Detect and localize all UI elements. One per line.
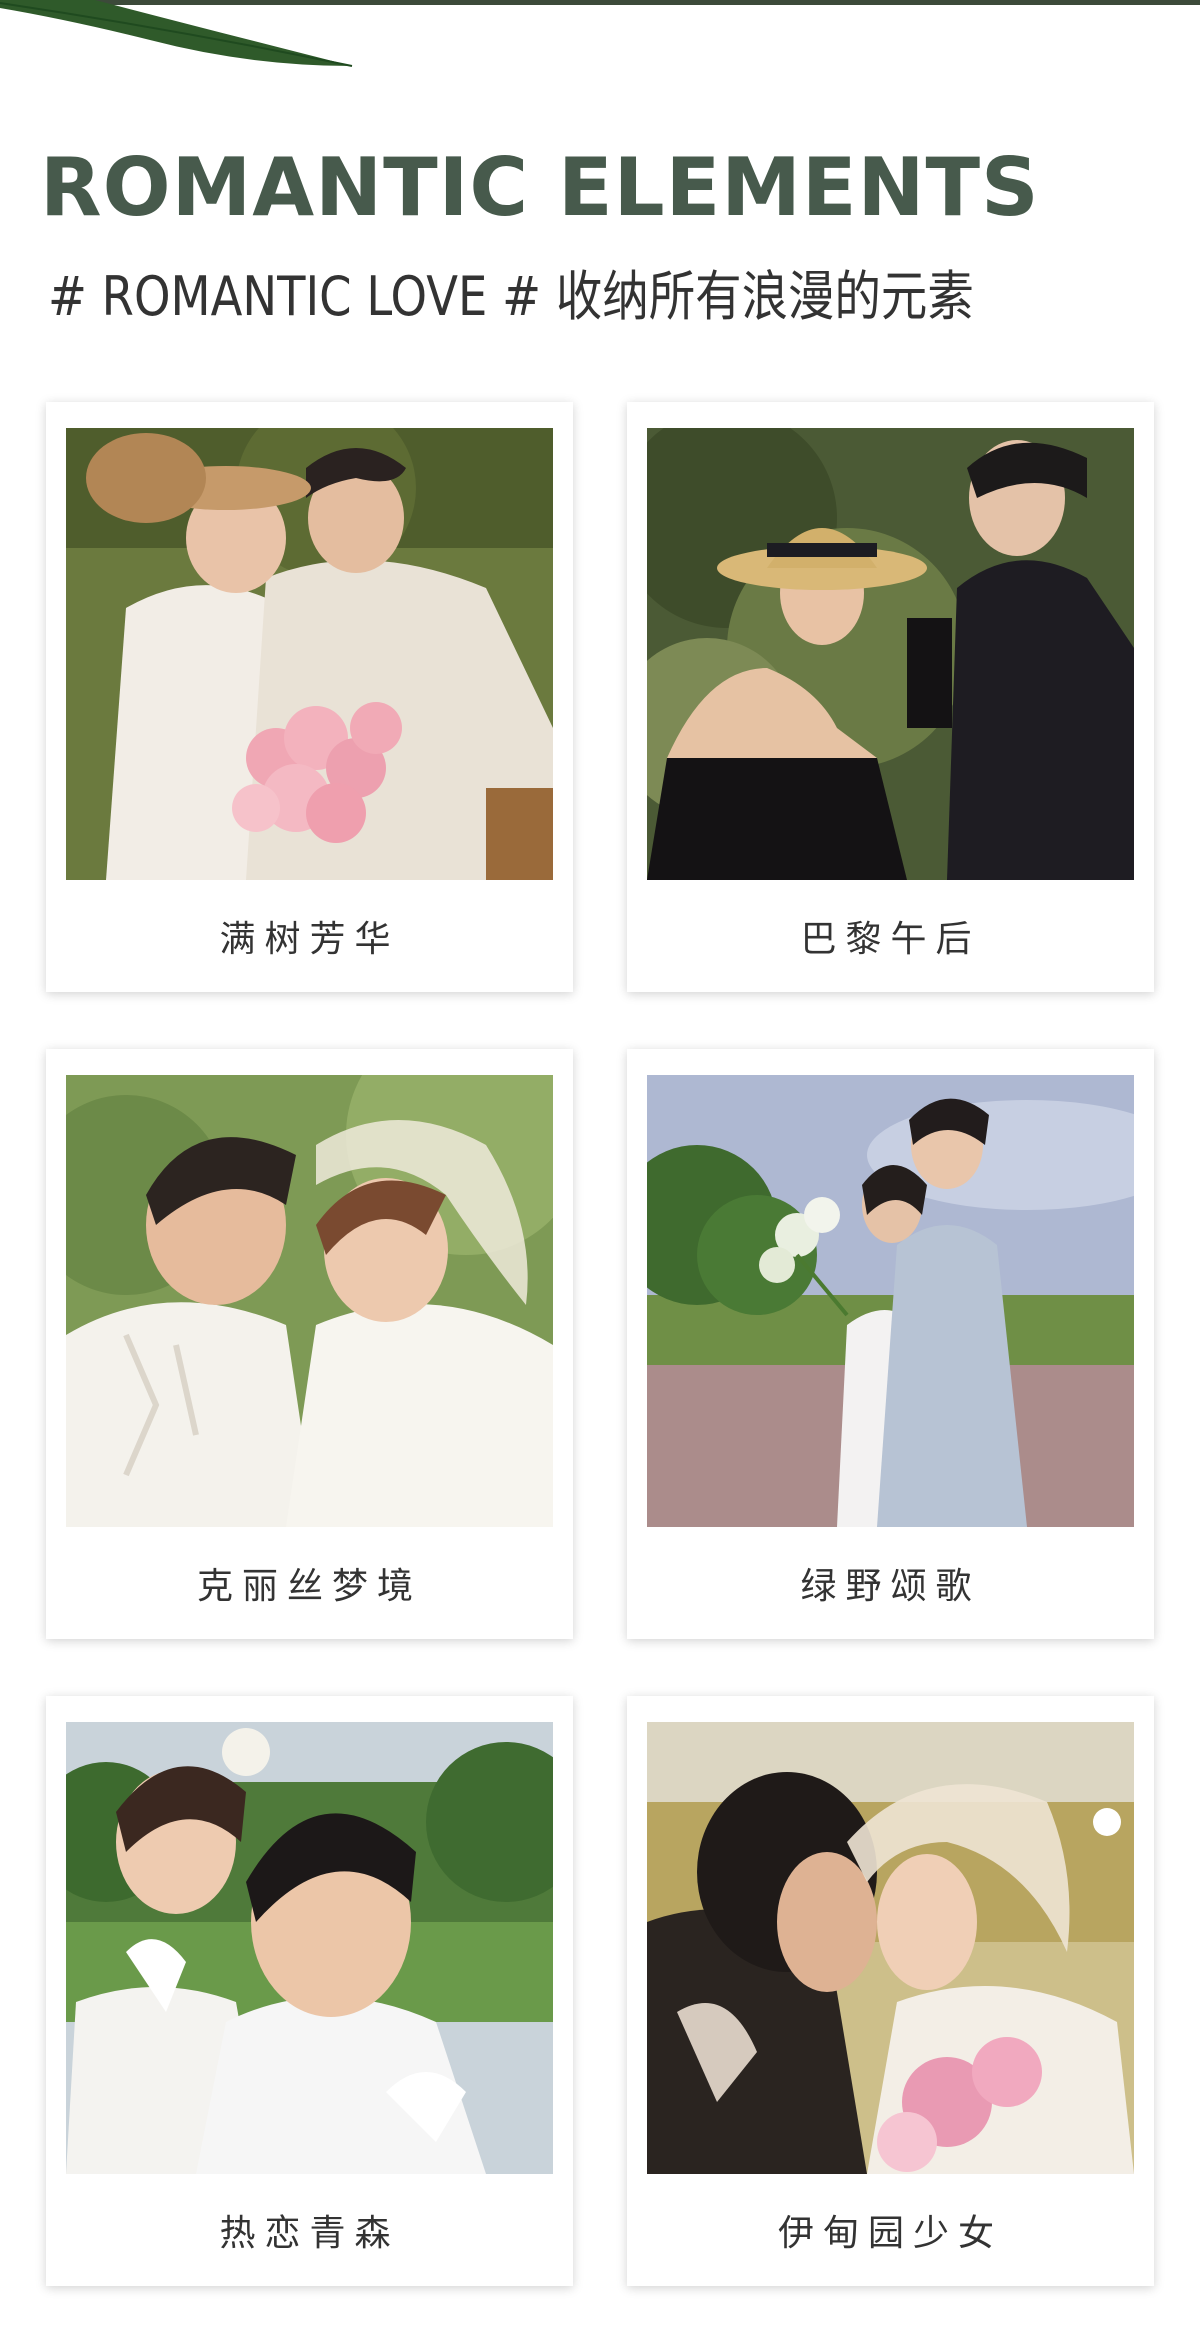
card-caption: 克丽丝梦境 — [196, 1566, 422, 1607]
page-title: ROMANTIC ELEMENTS — [40, 141, 1040, 234]
page-subtitle: # ROMANTIC LOVE # 收纳所有浪漫的元素 — [48, 265, 974, 328]
card-caption: 伊甸园少女 — [777, 2213, 1003, 2254]
couple-selfie-photo — [66, 1722, 553, 2174]
photo-card[interactable]: 克丽丝梦境 — [46, 1049, 573, 1639]
couple-in-field-photo — [647, 1075, 1134, 1527]
card-caption: 满树芳华 — [219, 919, 400, 960]
leaf-decoration-icon — [0, 0, 353, 67]
couple-with-bouquet-photo — [66, 428, 553, 880]
photo-card[interactable]: 伊甸园少女 — [627, 1696, 1154, 2286]
card-caption: 热恋青森 — [219, 2213, 400, 2254]
photo-card[interactable]: 绿野颂歌 — [627, 1049, 1154, 1639]
photo-card[interactable]: 巴黎午后 — [627, 402, 1154, 992]
card-caption: 绿野颂歌 — [800, 1566, 981, 1607]
photo-card[interactable]: 满树芳华 — [46, 402, 573, 992]
couple-in-hat-photo — [647, 428, 1134, 880]
photo-card[interactable]: 热恋青森 — [46, 1696, 573, 2286]
card-caption: 巴黎午后 — [800, 919, 981, 960]
couple-kissing-photo — [647, 1722, 1134, 2174]
couple-with-veil-photo — [66, 1075, 553, 1527]
